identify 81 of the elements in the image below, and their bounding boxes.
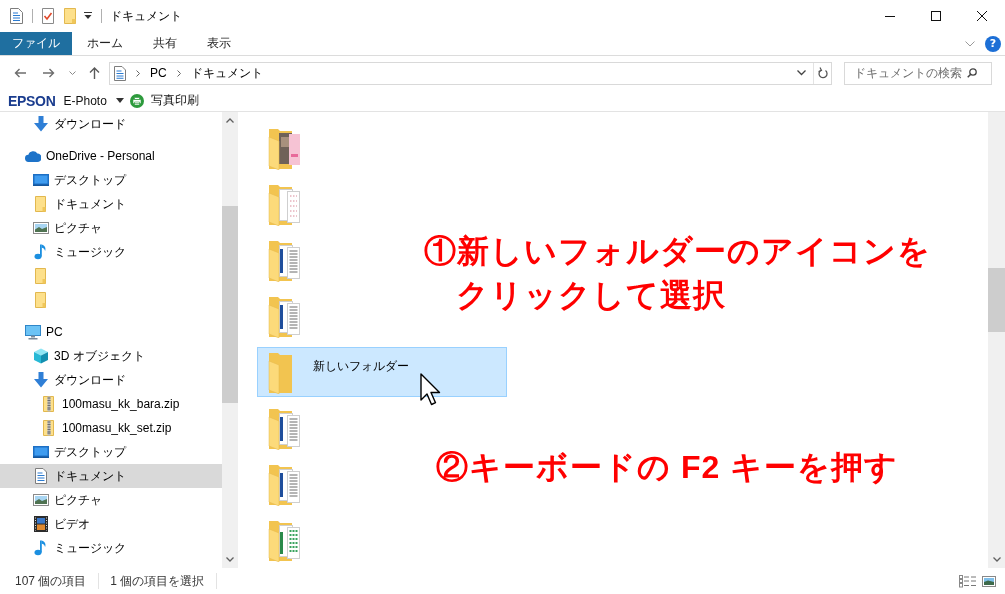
sidebar-item[interactable]: デスクトップ (0, 168, 222, 192)
sidebar-item[interactable]: OneDrive - Personal (0, 144, 222, 168)
close-icon[interactable] (977, 11, 987, 21)
scrollbar-track[interactable] (222, 112, 238, 568)
caret-icon (115, 98, 124, 103)
print-photos-button[interactable]: 写真印刷 (129, 92, 199, 109)
sidebar-item[interactable]: PC (0, 320, 222, 344)
search-icon[interactable] (967, 68, 977, 78)
spreadsheet-folder-icon (268, 520, 302, 562)
chevron-right-icon[interactable] (176, 69, 181, 77)
computer-icon (25, 324, 41, 340)
sidebar-item[interactable]: ピクチャ (0, 488, 222, 512)
item-count: 107 個の項目 (15, 572, 87, 590)
zip-folder-icon (41, 420, 57, 436)
details-view-icon[interactable] (959, 574, 976, 588)
refresh-icon[interactable] (818, 67, 828, 79)
ribbon-tab[interactable]: ファイル (0, 32, 72, 55)
ribbon-tab[interactable]: 表示 (192, 32, 246, 55)
download-arrow-icon (33, 116, 49, 132)
folder-icon (33, 292, 49, 308)
picture-icon (33, 220, 49, 236)
document-folder-icon (268, 464, 302, 506)
cube-icon (33, 348, 49, 364)
scrollbar-thumb[interactable] (222, 206, 238, 403)
sidebar-item[interactable]: ビデオ (0, 512, 222, 536)
sidebar-item[interactable]: ミュージック (0, 536, 222, 560)
ribbon-tab[interactable]: ホーム (72, 32, 138, 55)
folder-item[interactable]: 新しいフォルダー (257, 347, 507, 397)
selection-count: 1 個の項目を選択 (110, 572, 205, 590)
sidebar-item[interactable]: ドキュメント (0, 464, 222, 488)
sidebar-item[interactable]: ドキュメント (0, 192, 222, 216)
document-folder-icon (268, 184, 302, 226)
sidebar-item[interactable]: ダウンロード (0, 368, 222, 392)
scrollbar-track[interactable] (988, 112, 1005, 568)
zip-folder-icon (41, 396, 57, 412)
brand-logo: EPSON (8, 92, 56, 109)
window-title: ドキュメント (110, 7, 182, 25)
up-arrow-icon[interactable] (89, 67, 100, 79)
document-properties-icon[interactable] (10, 8, 23, 24)
download-arrow-icon (33, 372, 49, 388)
document-icon (114, 65, 126, 81)
instruction-text: ②キーボードの F2 キーを押す (436, 448, 899, 487)
sidebar-item[interactable]: ダウンロード (0, 112, 222, 136)
chevron-down-icon[interactable] (797, 70, 806, 76)
cloud-icon (25, 148, 41, 164)
checked-page-icon[interactable] (42, 8, 54, 24)
address-bar[interactable]: PC ドキュメント (109, 61, 832, 85)
breadcrumb-item[interactable]: ドキュメント (190, 64, 263, 82)
help-button[interactable]: ? (985, 35, 1001, 52)
scrollbar-thumb[interactable] (988, 268, 1005, 332)
dropdown-caret-icon[interactable] (84, 12, 92, 20)
desktop-monitor-icon (33, 444, 49, 460)
film-strip-icon (33, 516, 49, 532)
forward-arrow-icon[interactable] (43, 68, 55, 78)
document-folder-icon (268, 408, 302, 450)
folder-icon (33, 268, 49, 284)
breadcrumb-item[interactable]: PC (150, 66, 167, 80)
sidebar-item[interactable]: ピクチャ (0, 216, 222, 240)
document-folder-icon (268, 240, 302, 282)
mouse-pointer-icon (420, 373, 441, 406)
document-folder-icon (268, 296, 302, 338)
folder-icon (33, 196, 49, 212)
chevron-right-icon[interactable] (136, 69, 140, 77)
ribbon-tab[interactable]: 共有 (138, 32, 192, 55)
instruction-text: ①新しいフォルダーのアイコンを クリックして選択 (424, 232, 931, 315)
desktop-monitor-icon (33, 172, 49, 188)
minimize-icon[interactable] (885, 15, 895, 17)
sidebar-item[interactable]: 100masu_kk_set.zip (0, 416, 222, 440)
photo-folder-icon (268, 128, 302, 170)
sidebar-item[interactable]: 3D オブジェクト (0, 344, 222, 368)
app-dropdown[interactable]: E-Photo (63, 93, 124, 108)
search-field[interactable]: ドキュメントの検索 (844, 61, 992, 85)
back-arrow-icon[interactable] (14, 68, 26, 78)
printer-icon (129, 93, 144, 108)
maximize-icon[interactable] (931, 11, 941, 21)
picture-icon (33, 492, 49, 508)
sidebar-item[interactable]: ミュージック (0, 240, 222, 264)
document-icon (33, 468, 49, 484)
sidebar-item[interactable]: デスクトップ (0, 440, 222, 464)
large-icons-view-icon[interactable] (982, 575, 996, 587)
sidebar-item[interactable]: 100masu_kk_bara.zip (0, 392, 222, 416)
